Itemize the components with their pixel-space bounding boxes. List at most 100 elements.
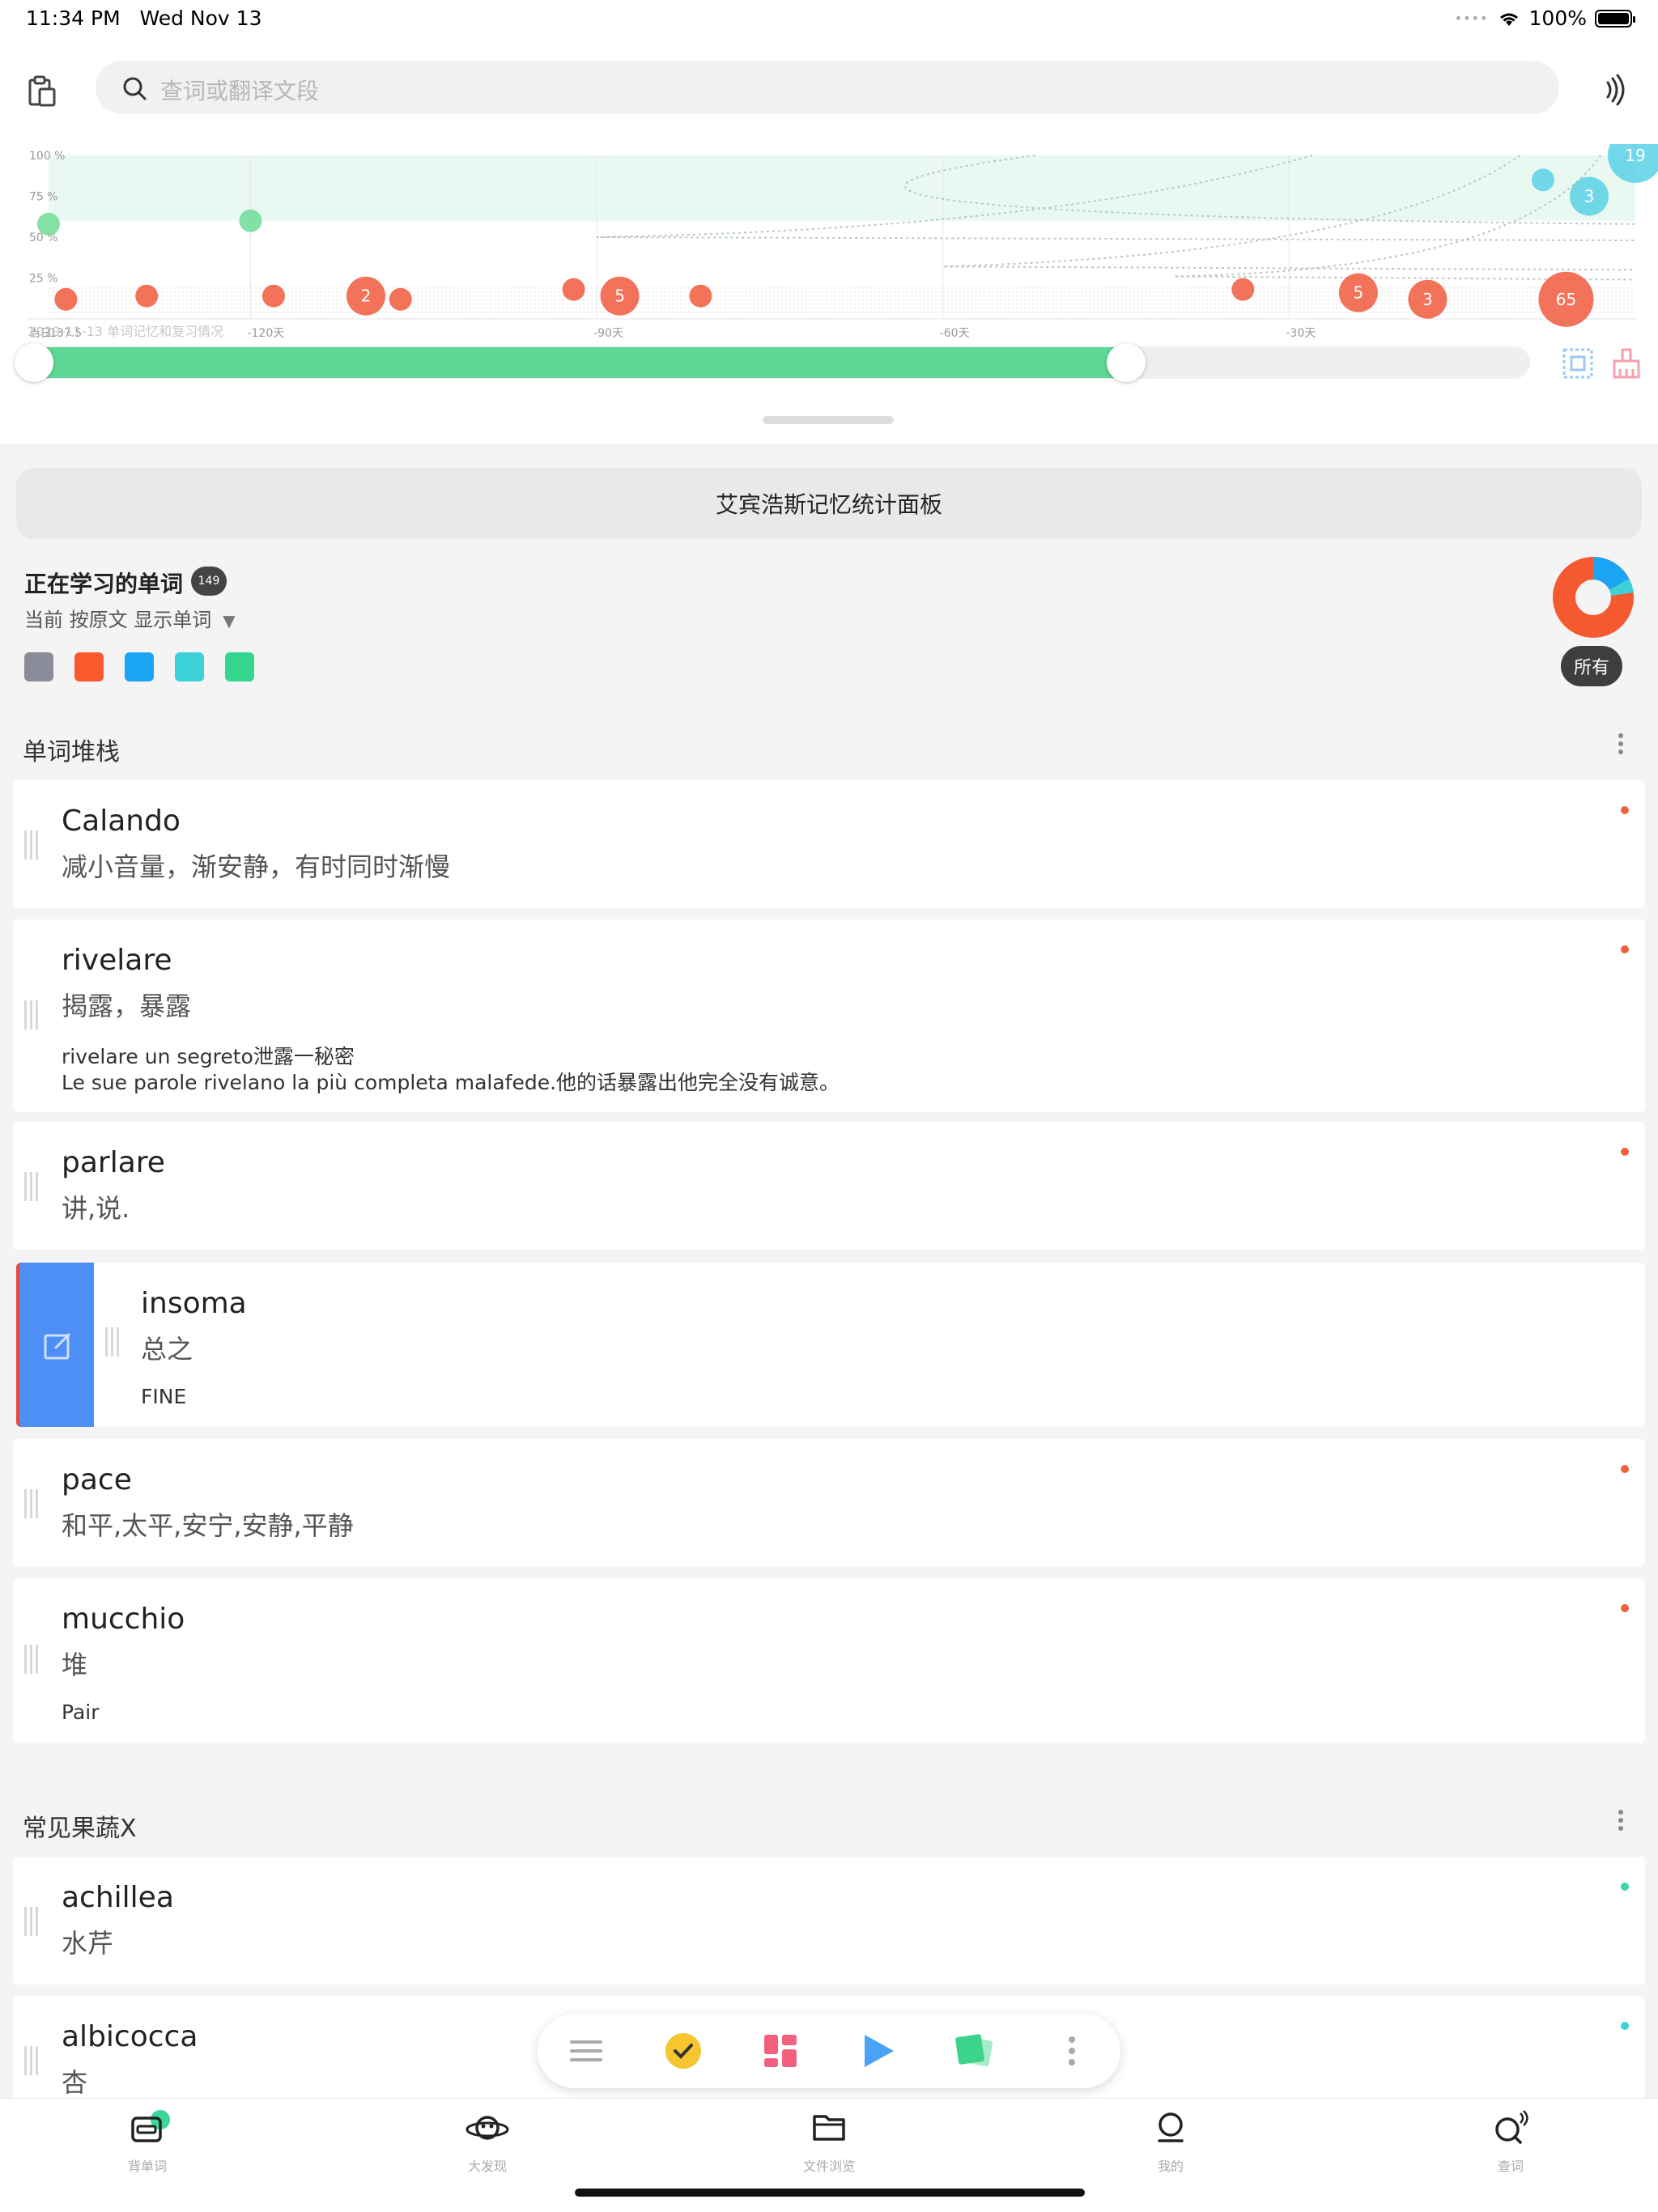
- status-dot: [1621, 806, 1629, 814]
- data-point: [54, 287, 78, 311]
- data-point-label: 3: [1422, 290, 1433, 309]
- data-point-label: 65: [1556, 290, 1576, 309]
- word-meaning: 揭露，暴露: [62, 991, 192, 1021]
- dropdown-triangle-icon: ▼: [223, 611, 236, 630]
- tab-memorize[interactable]: 背单词: [91, 2110, 204, 2175]
- section-title-fruits-vegetables: 常见果蔬X: [23, 1815, 137, 1843]
- flashcards-icon[interactable]: [954, 2030, 996, 2072]
- data-point-label: 2: [361, 287, 372, 306]
- data-point: [1231, 278, 1255, 301]
- status-bar: 11:34 PM Wed Nov 13 •••• 100%: [0, 0, 1658, 39]
- dashboard-grid-icon[interactable]: [759, 2030, 801, 2072]
- data-point: [1531, 168, 1554, 192]
- search-placeholder: 查词或翻译文段: [160, 78, 320, 104]
- sheet-grabber[interactable]: [763, 416, 894, 424]
- retention-band: [49, 155, 1635, 221]
- memory-stats-panel-button[interactable]: 艾宾浩斯记忆统计面板: [16, 468, 1642, 539]
- word-card[interactable]: pace 和平,太平,安宁,安静,平静: [13, 1439, 1645, 1567]
- word-meaning: 总之: [141, 1334, 193, 1365]
- word-text: mucchio: [62, 1603, 185, 1636]
- data-point: [135, 284, 159, 308]
- search-sound-icon: [1495, 2110, 1528, 2144]
- battery-percent: 100%: [1528, 6, 1587, 30]
- word-meaning: 杏: [62, 2067, 88, 2098]
- tab-file-browser[interactable]: 文件浏览: [772, 2110, 886, 2175]
- word-text: insoma: [141, 1287, 247, 1320]
- drag-handle-icon[interactable]: [24, 830, 45, 860]
- word-meaning: 水芹: [62, 1928, 114, 1959]
- drag-handle-icon[interactable]: [24, 1645, 45, 1674]
- word-text: pace: [62, 1463, 132, 1497]
- clipboard-icon[interactable]: [24, 73, 62, 110]
- x-tick-label: -120天: [247, 327, 284, 340]
- status-dot: [1621, 2022, 1629, 2030]
- drag-handle-icon[interactable]: [105, 1327, 126, 1356]
- progress-donut-chart[interactable]: [1551, 555, 1635, 639]
- search-bar[interactable]: 查词或翻译文段: [96, 61, 1559, 114]
- more-vertical-icon[interactable]: [1051, 2030, 1093, 2072]
- x-tick-label: -60天: [940, 327, 970, 340]
- status-dot: [1621, 1148, 1629, 1156]
- select-frame-icon[interactable]: [1561, 346, 1595, 380]
- word-text: rivelare: [62, 944, 172, 977]
- eraser-icon[interactable]: [1609, 346, 1643, 380]
- status-dot: [1621, 945, 1629, 953]
- swatch-blue[interactable]: [125, 652, 154, 681]
- data-point: [261, 284, 285, 308]
- word-card[interactable]: Calando 减小音量，渐安静，有时同时渐慢: [13, 780, 1645, 908]
- tab-label: 我的: [1157, 2159, 1184, 2174]
- swatch-cyan[interactable]: [175, 652, 204, 681]
- play-icon[interactable]: [857, 2030, 899, 2072]
- drag-handle-icon[interactable]: [24, 2046, 45, 2075]
- menu-icon[interactable]: [565, 2030, 607, 2072]
- tab-label: 文件浏览: [802, 2159, 855, 2174]
- y-tick-label: 100 %: [29, 150, 65, 163]
- tab-label: 背单词: [127, 2159, 167, 2174]
- planet-icon: [466, 2116, 509, 2140]
- display-mode-label: 当前 按原文 显示单词: [24, 609, 212, 631]
- word-card[interactable]: mucchio 堆 Pair: [13, 1578, 1645, 1743]
- chart-caption: 2019-11-13 单词记忆和复习情况: [28, 324, 224, 339]
- swatch-gray[interactable]: [24, 652, 53, 681]
- memory-chart: 25 %50 %75 %100 %当日 -30天-60天-90天-120天-137…: [28, 144, 1658, 340]
- edit-swipe-action[interactable]: [16, 1263, 97, 1427]
- check-circle-icon[interactable]: [662, 2030, 704, 2072]
- tab-lookup[interactable]: 查词: [1454, 2110, 1567, 2175]
- word-card[interactable]: parlare 讲,说.: [13, 1122, 1645, 1250]
- data-point-label: 3: [1584, 187, 1595, 206]
- word-card-swiped[interactable]: insoma 总之 FINE: [94, 1263, 1645, 1427]
- tab-profile[interactable]: 我的: [1114, 2110, 1227, 2175]
- data-point-label: 5: [614, 287, 625, 306]
- display-mode-selector[interactable]: 当前 按原文 显示单词 ▼: [24, 604, 236, 632]
- swatch-orange[interactable]: [74, 652, 104, 681]
- word-card[interactable]: rivelare 揭露，暴露 rivelare un segreto泄露一秘密 …: [13, 919, 1645, 1112]
- person-icon: [1158, 2112, 1184, 2142]
- example-sentence: rivelare un segreto泄露一秘密: [62, 1045, 355, 1068]
- word-meaning: 和平,太平,安宁,安静,平静: [62, 1510, 354, 1541]
- speaker-waves-icon[interactable]: [1596, 71, 1634, 108]
- more-vertical-icon[interactable]: [1611, 730, 1630, 762]
- drag-handle-icon[interactable]: [24, 1172, 45, 1201]
- swatch-green[interactable]: [225, 652, 254, 681]
- floating-toolbar: [538, 2014, 1120, 2088]
- drag-handle-icon[interactable]: [24, 1489, 45, 1518]
- status-dot: [1621, 1465, 1629, 1473]
- drag-handle-icon[interactable]: [24, 1000, 45, 1030]
- data-point-label: 5: [1354, 283, 1364, 303]
- color-filter-swatches: [24, 652, 254, 681]
- drag-handle-icon[interactable]: [24, 1907, 45, 1936]
- range-slider-end-handle[interactable]: [1107, 343, 1146, 382]
- word-meaning: 减小音量，渐安静，有时同时渐慢: [62, 851, 451, 882]
- tab-discover[interactable]: 大发现: [431, 2110, 544, 2175]
- wallet-icon: [131, 2110, 170, 2142]
- word-text: parlare: [62, 1146, 165, 1179]
- section-title-word-stack: 单词堆栈: [23, 738, 120, 766]
- word-meaning: 讲,说.: [62, 1193, 130, 1224]
- more-vertical-icon[interactable]: [1611, 1807, 1630, 1839]
- range-slider-fill: [32, 347, 1126, 378]
- range-slider-start-handle[interactable]: [15, 343, 53, 382]
- word-card[interactable]: achillea 水芹: [13, 1857, 1645, 1985]
- all-filter-badge[interactable]: 所有: [1561, 646, 1622, 686]
- learning-count-badge: 149: [191, 567, 227, 596]
- data-point: [37, 212, 60, 236]
